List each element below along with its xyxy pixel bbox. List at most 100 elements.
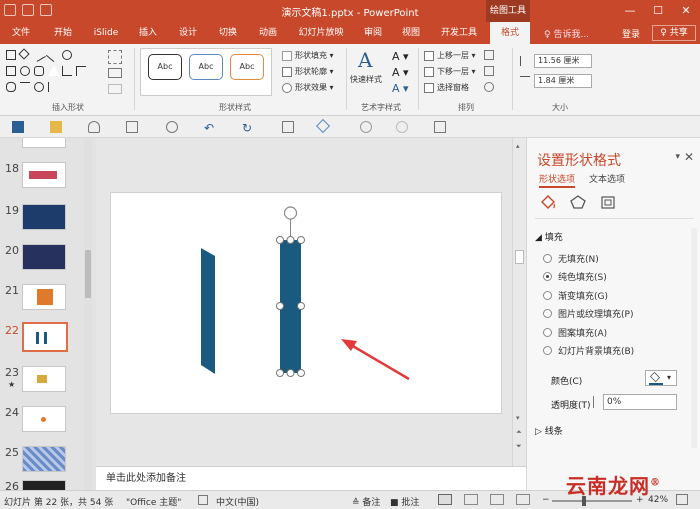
- thumbnail-image-selected[interactable]: [22, 322, 68, 352]
- triangle-icon[interactable]: [48, 66, 60, 76]
- radio-gradient-fill[interactable]: 渐变填充(G): [543, 289, 608, 302]
- style-sample-orange[interactable]: Abc: [230, 54, 264, 80]
- tab-review[interactable]: 审阅: [358, 22, 388, 44]
- thumbnail-18[interactable]: 18: [0, 160, 96, 200]
- bracket-icon[interactable]: [76, 66, 86, 76]
- oval-icon[interactable]: [62, 50, 72, 60]
- pane-options-icon[interactable]: ▾: [675, 152, 680, 162]
- tab-animations[interactable]: 动画: [252, 22, 284, 44]
- width-input[interactable]: 1.84 厘米: [534, 74, 592, 88]
- text-fill-icon[interactable]: A ▾: [392, 50, 409, 63]
- shape-gallery[interactable]: [6, 47, 98, 94]
- edit-scrollbar[interactable]: ▴ ▾ ⏶ ⏷: [512, 138, 526, 466]
- tab-design[interactable]: 设计: [172, 22, 204, 44]
- text-effect-icon[interactable]: A ▾: [392, 82, 409, 95]
- rectangle-icon[interactable]: [6, 50, 16, 60]
- height-input[interactable]: 11.56 厘米: [534, 54, 592, 68]
- shapes-icon[interactable]: [315, 118, 331, 134]
- fill-section-header[interactable]: ◢ 填充: [535, 230, 563, 243]
- line-section-header[interactable]: ▷ 线条: [535, 424, 563, 437]
- resize-handle[interactable]: [286, 236, 295, 244]
- resize-handle[interactable]: [297, 236, 305, 244]
- touch-icon[interactable]: [88, 121, 100, 133]
- shape-outline-button[interactable]: 形状轮廓 ▾: [282, 66, 334, 77]
- rounded-rect-icon[interactable]: [34, 66, 44, 76]
- send-backward-button[interactable]: 下移一层 ▾: [424, 66, 476, 77]
- resize-handle[interactable]: [297, 369, 305, 377]
- notes-placeholder[interactable]: 单击此处添加备注: [96, 466, 526, 490]
- group-icon[interactable]: [484, 66, 494, 76]
- zoom-slider[interactable]: [552, 500, 632, 502]
- next-slide-icon[interactable]: ⏷: [516, 442, 522, 451]
- skewed-bar-shape[interactable]: [201, 248, 215, 374]
- thumbnail-image[interactable]: [22, 284, 66, 310]
- scroll-down-icon[interactable]: ▾: [516, 414, 520, 422]
- save-icon[interactable]: [12, 121, 24, 133]
- language[interactable]: 中文(中国): [216, 495, 259, 508]
- minimize-button[interactable]: —: [616, 0, 644, 22]
- tell-me-search[interactable]: ♀ 告诉我...: [544, 27, 589, 40]
- tab-developer[interactable]: 开发工具: [434, 22, 484, 44]
- flowchart-icon[interactable]: [6, 82, 16, 92]
- size-properties-icon[interactable]: [599, 194, 617, 210]
- thumbnail-19[interactable]: 19: [0, 202, 96, 242]
- reading-view-icon[interactable]: [490, 494, 504, 505]
- comments-toggle[interactable]: ■ 批注: [390, 495, 419, 508]
- thumbnail-image[interactable]: [22, 446, 66, 472]
- print-preview-icon[interactable]: [126, 121, 138, 133]
- redo-icon[interactable]: ↻: [242, 121, 254, 135]
- text-a-icon[interactable]: A: [358, 48, 372, 72]
- tab-islide[interactable]: iSlide: [88, 22, 124, 44]
- radio-background-fill[interactable]: 幻灯片背景填充(B): [543, 344, 634, 357]
- maximize-button[interactable]: ☐: [644, 0, 672, 22]
- notes-toggle[interactable]: ≙ 备注: [352, 495, 380, 508]
- thumbnail-23[interactable]: 23 ★: [0, 364, 96, 404]
- shape-fill-button[interactable]: 形状填充 ▾: [282, 50, 334, 61]
- share-button[interactable]: ♀ 共享: [652, 25, 696, 41]
- tab-shape-options[interactable]: 形状选项: [539, 172, 576, 188]
- line-icon[interactable]: [32, 48, 46, 62]
- arrow-line-icon[interactable]: [45, 47, 61, 63]
- spelling-icon[interactable]: [166, 121, 178, 133]
- resize-handle[interactable]: [276, 236, 284, 244]
- intersect-icon[interactable]: [396, 121, 408, 133]
- merge-icon[interactable]: [360, 121, 372, 133]
- format-painter-icon[interactable]: [282, 121, 294, 133]
- shape-effect-button[interactable]: 形状效果 ▾: [282, 82, 334, 93]
- color-picker-button[interactable]: ▾: [645, 370, 677, 386]
- tab-home[interactable]: 开始: [46, 22, 80, 44]
- quick-style-button[interactable]: 快速样式: [350, 74, 382, 85]
- thumbnail-scrollbar[interactable]: [84, 138, 92, 490]
- curve-icon[interactable]: [20, 82, 30, 92]
- thumbnail-21[interactable]: 21: [0, 282, 96, 322]
- rotate-icon[interactable]: [484, 82, 494, 92]
- undo-icon[interactable]: ↶: [204, 121, 216, 135]
- close-button[interactable]: ✕: [672, 0, 700, 22]
- align-icon[interactable]: [484, 50, 494, 60]
- tab-insert[interactable]: 插入: [132, 22, 164, 44]
- text-outline-icon[interactable]: A ▾: [392, 66, 409, 79]
- thumbnail-image[interactable]: [22, 244, 66, 270]
- corner-icon[interactable]: [62, 66, 72, 76]
- scroll-thumb[interactable]: [515, 250, 524, 264]
- sorter-view-icon[interactable]: [464, 494, 478, 505]
- radio-solid-fill[interactable]: 纯色填充(S): [543, 270, 607, 283]
- fill-line-icon[interactable]: [539, 194, 557, 210]
- tab-file[interactable]: 文件: [4, 22, 38, 44]
- thumbnail-22[interactable]: 22: [0, 322, 96, 362]
- tab-slideshow[interactable]: 幻灯片放映: [292, 22, 350, 44]
- fit-slide-icon[interactable]: [676, 494, 688, 505]
- resize-handle[interactable]: [276, 369, 284, 377]
- pane-close-icon[interactable]: ✕: [684, 150, 694, 164]
- scroll-thumb[interactable]: [85, 250, 91, 298]
- transparency-input[interactable]: 0%: [603, 394, 677, 410]
- thumbnail-image[interactable]: [22, 204, 66, 230]
- prev-slide-icon[interactable]: ⏶: [516, 428, 522, 437]
- circle-icon[interactable]: [20, 66, 30, 76]
- square-icon[interactable]: [6, 66, 16, 76]
- tab-view[interactable]: 视图: [396, 22, 426, 44]
- merge-shapes-icon[interactable]: [108, 84, 122, 94]
- radio-pattern-fill[interactable]: 图案填充(A): [543, 326, 607, 339]
- bend-icon[interactable]: [48, 82, 58, 92]
- scroll-up-icon[interactable]: ▴: [516, 142, 520, 150]
